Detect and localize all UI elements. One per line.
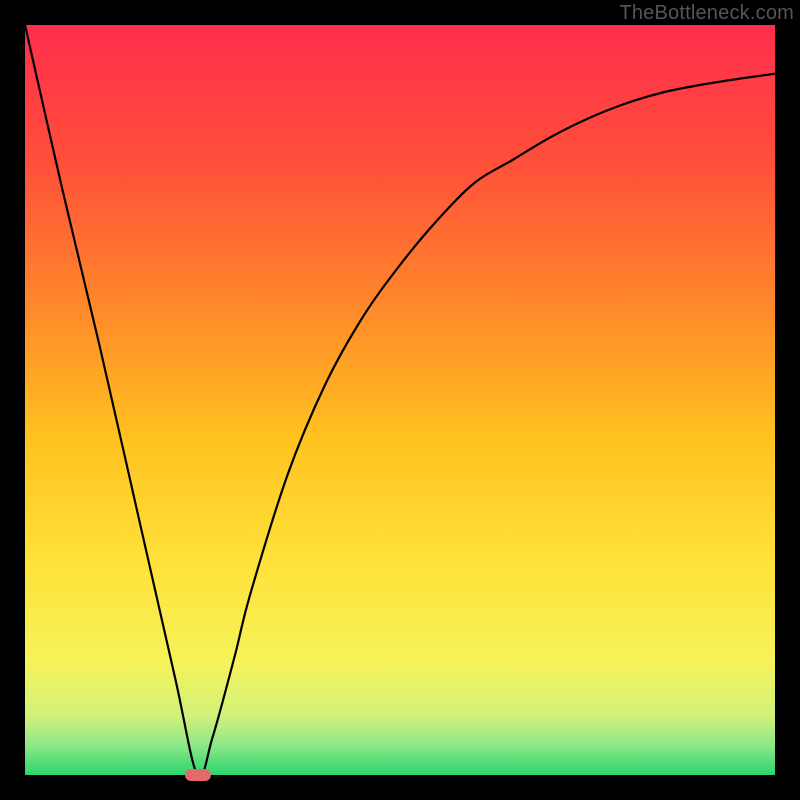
gradient-background — [25, 25, 775, 775]
plot-area — [25, 25, 775, 775]
minimum-marker — [185, 769, 211, 781]
watermark-text: TheBottleneck.com — [619, 2, 794, 25]
chart-frame: TheBottleneck.com — [0, 0, 800, 800]
chart-svg — [25, 25, 775, 775]
